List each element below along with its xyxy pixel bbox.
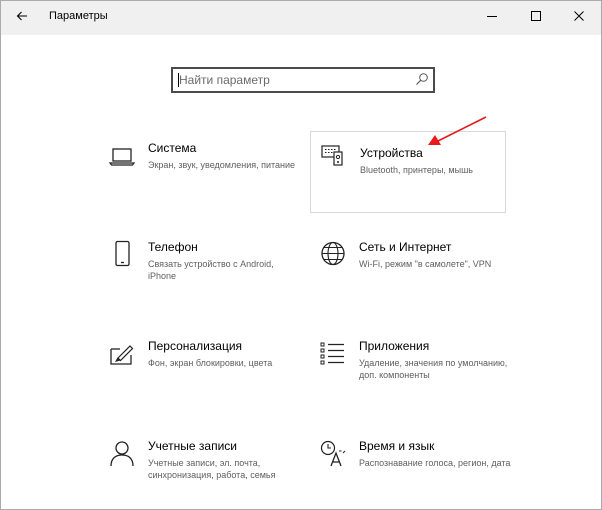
time-language-icon (320, 440, 346, 467)
search-icon[interactable] (415, 72, 429, 86)
close-icon (574, 11, 584, 21)
category-desc: Экран, звук, уведомления, питание (148, 160, 296, 170)
category-name: Время и язык (359, 439, 435, 453)
category-time-language[interactable]: Время и язык Распознавание голоса, регио… (319, 427, 515, 509)
category-desc: Bluetooth, принтеры, мышь (360, 165, 473, 175)
back-arrow-icon (16, 11, 27, 21)
settings-window: Параметры Система (0, 0, 602, 510)
annotation-arrow-icon (428, 116, 487, 145)
category-name: Учетные записи (148, 439, 237, 453)
globe-icon (321, 241, 345, 266)
category-desc: Удаление, значения по умолчанию, доп. ко… (359, 358, 508, 380)
person-icon (110, 441, 134, 467)
laptop-icon (108, 148, 136, 166)
category-desc: Учетные записи, эл. почта, синхронизация… (148, 458, 276, 480)
maximize-button[interactable] (514, 1, 558, 31)
category-phone[interactable]: Телефон Связать устройство с Android, iP… (108, 228, 304, 310)
apps-list-icon (320, 342, 344, 365)
search-input[interactable] (179, 71, 409, 89)
category-system[interactable]: Система Экран, звук, уведомления, питани… (108, 129, 304, 211)
category-desc: Распознавание голоса, регион, дата (359, 458, 511, 468)
search-box[interactable] (171, 67, 435, 93)
category-name: Сеть и Интернет (359, 240, 452, 254)
category-network[interactable]: Сеть и Интернет Wi-Fi, режим "в самолете… (319, 228, 515, 310)
window-title: Параметры (49, 10, 108, 22)
minimize-button[interactable] (470, 1, 514, 31)
back-button[interactable] (9, 3, 35, 29)
category-name: Устройства (360, 146, 423, 160)
phone-icon (115, 240, 130, 267)
title-bar: Параметры (1, 1, 601, 35)
category-desc: Wi-Fi, режим "в самолете", VPN (359, 259, 492, 269)
category-name: Телефон (148, 240, 198, 254)
category-name: Система (148, 141, 197, 155)
maximize-icon (531, 11, 541, 21)
category-desc: Фон, экран блокировки, цвета (148, 358, 273, 368)
devices-icon (321, 145, 343, 166)
paintbrush-icon (110, 345, 134, 365)
close-button[interactable] (557, 1, 601, 31)
category-name: Персонализация (148, 339, 243, 353)
category-apps[interactable]: Приложения Удаление, значения по умолчан… (319, 327, 515, 409)
category-accounts[interactable]: Учетные записи Учетные записи, эл. почта… (108, 427, 304, 509)
category-desc: Связать устройство с Android, iPhone (148, 259, 274, 281)
category-name: Приложения (359, 339, 430, 353)
minimize-icon (487, 16, 497, 17)
category-personalization[interactable]: Персонализация Фон, экран блокировки, цв… (108, 327, 304, 409)
